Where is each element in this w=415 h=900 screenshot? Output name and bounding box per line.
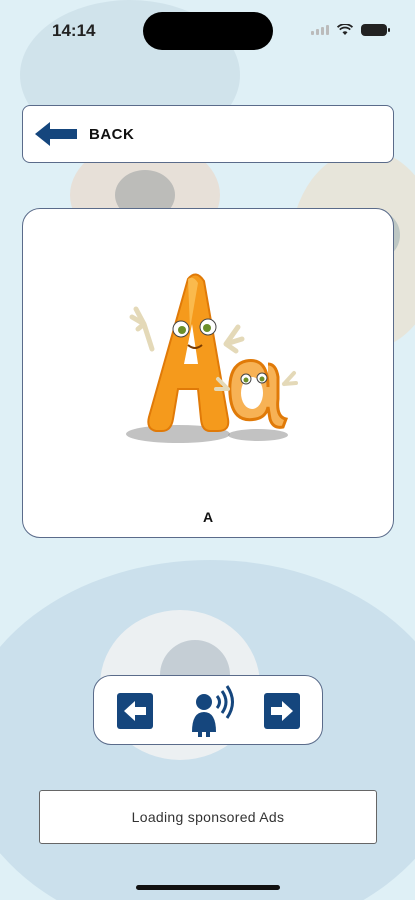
letter-label: A — [202, 509, 214, 525]
status-icons — [311, 24, 390, 36]
left-arrow-square-icon — [124, 701, 146, 721]
home-indicator[interactable] — [136, 885, 280, 890]
status-bar: 14:14 — [0, 0, 415, 56]
speaking-person-icon — [192, 685, 234, 737]
right-arrow-square-icon — [271, 701, 293, 721]
next-button[interactable] — [264, 693, 300, 729]
ad-loading-text: Loading sponsored Ads — [131, 809, 285, 825]
sponsored-ad-banner[interactable]: Loading sponsored Ads — [39, 790, 377, 844]
speak-button[interactable] — [190, 684, 238, 738]
back-button[interactable]: BACK — [22, 105, 394, 163]
battery-icon — [361, 24, 390, 36]
letter-a-cartoon-image — [126, 273, 298, 443]
status-time: 14:14 — [52, 21, 96, 40]
letter-card: A — [22, 208, 394, 538]
previous-button[interactable] — [117, 693, 153, 729]
dynamic-island — [143, 12, 273, 50]
left-arrow-icon — [35, 122, 77, 146]
back-label: BACK — [89, 125, 135, 143]
wifi-icon — [337, 24, 353, 35]
cellular-signal-icon — [311, 25, 329, 35]
navigation-controls — [93, 675, 323, 745]
